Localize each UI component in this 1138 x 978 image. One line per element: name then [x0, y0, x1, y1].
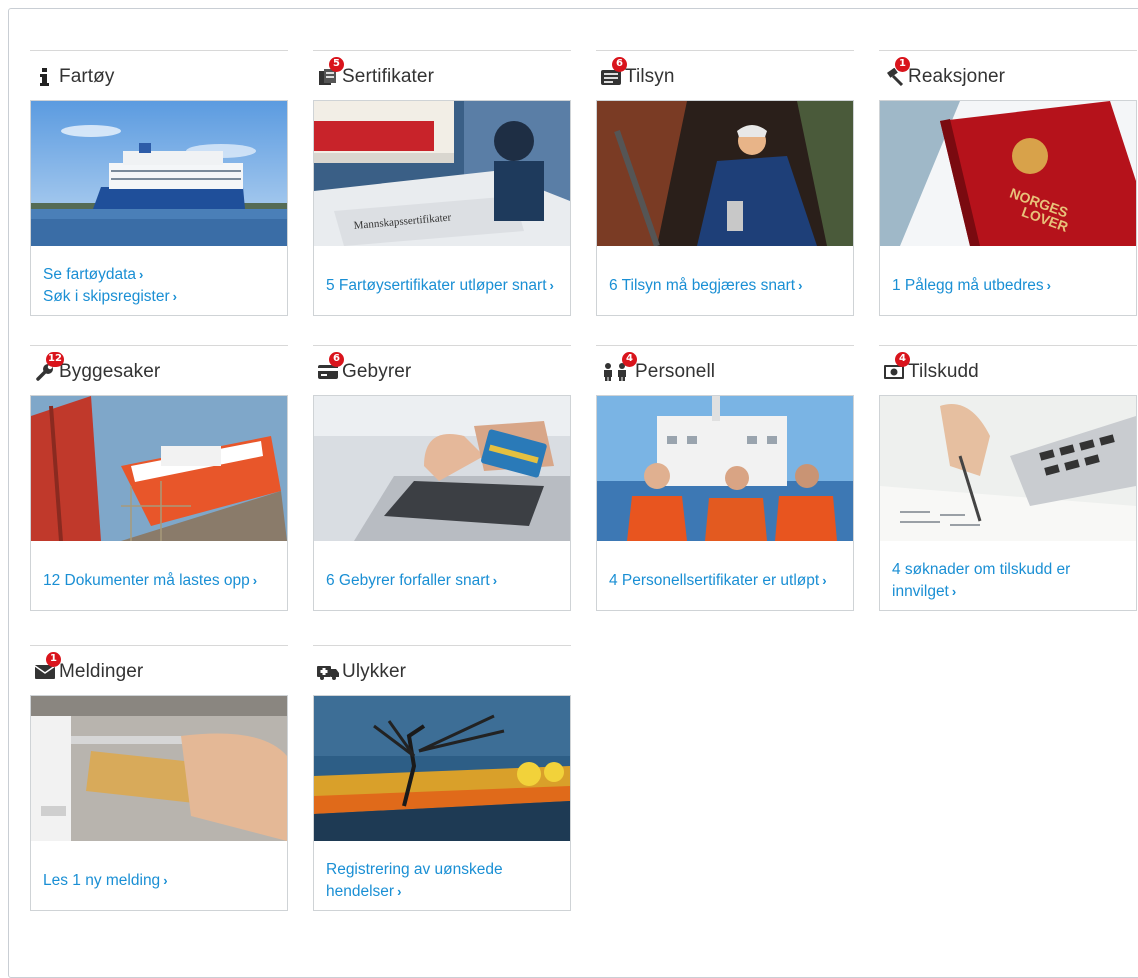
inspections-request-link[interactable]: 6 Tilsyn må begjæres snart › — [609, 275, 841, 297]
tile-tilsyn: 6 Tilsyn 6 Tilsyn må begjæres snart › — [596, 50, 854, 316]
people-icon: 4 — [600, 351, 637, 383]
card-links: 12 Dokumenter må lastes opp › — [31, 541, 287, 610]
tile-card: Se fartøydata › Søk i skipsregister › — [30, 100, 288, 316]
tile-meldinger: 1 Meldinger Les 1 ny melding › — [30, 645, 288, 911]
card-links: 4 søknader om tilskudd er innvilget › — [880, 541, 1136, 610]
info-icon — [34, 66, 56, 88]
card-links: 6 Gebyrer forfaller snart › — [314, 541, 570, 610]
tile-header: 5 Sertifikater — [313, 50, 571, 100]
tile-header: 1 Reaksjoner — [879, 50, 1137, 100]
tile-title: Fartøy — [59, 65, 115, 87]
tile-title: Tilsyn — [625, 65, 675, 87]
tile-title: Personell — [635, 360, 716, 382]
gavel-icon: 1 — [883, 56, 910, 88]
card-links: 4 Personellsertifikater er utløpt › — [597, 541, 853, 610]
tile-card: 4 søknader om tilskudd er innvilget › — [879, 395, 1137, 611]
crew-photo[interactable] — [597, 396, 853, 541]
credit-card-icon: 6 — [317, 351, 344, 383]
tile-reaksjoner: 1 Reaksjoner NORGES LOVER 1 Pålegg må ut… — [879, 50, 1137, 316]
tile-header: 6 Tilsyn — [596, 50, 854, 100]
tile-header: Ulykker — [313, 645, 571, 695]
vessel-certificates-expiring-link[interactable]: 5 Fartøysertifikater utløper snart › — [326, 275, 558, 297]
certificate-icon: 5 — [317, 56, 344, 88]
notification-badge: 6 — [329, 351, 344, 367]
money-icon: 4 — [883, 351, 910, 383]
card-links: Les 1 ny melding › — [31, 841, 287, 910]
card-links: 1 Pålegg må utbedres › — [880, 246, 1136, 315]
orders-to-fix-link[interactable]: 1 Pålegg må utbedres › — [892, 275, 1124, 297]
tile-byggesaker: 12 Byggesaker 12 Dokumenter må lastes op… — [30, 345, 288, 611]
see-vessel-data-link[interactable]: Se fartøydata › — [43, 264, 275, 286]
personnel-certificates-expired-link[interactable]: 4 Personellsertifikater er utløpt › — [609, 570, 841, 592]
shipbuilding-photo[interactable] — [31, 396, 287, 541]
wrench-icon: 12 — [34, 351, 64, 383]
tile-card: 6 Tilsyn må begjæres snart › — [596, 100, 854, 316]
inspection-photo[interactable] — [597, 101, 853, 246]
tile-tilskudd: 4 Tilskudd 4 søknader om tilskudd er inn… — [879, 345, 1137, 611]
envelope-icon: 1 — [34, 651, 61, 683]
tile-card: 6 Gebyrer forfaller snart › — [313, 395, 571, 611]
inspection-icon: 6 — [600, 56, 627, 88]
notification-badge: 4 — [895, 351, 910, 367]
mail-slot-photo[interactable] — [31, 696, 287, 841]
read-new-message-link[interactable]: Les 1 ny melding › — [43, 870, 275, 892]
tile-gebyrer: 6 Gebyrer 6 Gebyrer forfaller snart › — [313, 345, 571, 611]
tile-header: 4 Tilskudd — [879, 345, 1137, 395]
law-book-photo[interactable]: NORGES LOVER — [880, 101, 1136, 246]
tile-header: Fartøy — [30, 50, 288, 100]
card-links: Se fartøydata › Søk i skipsregister › — [31, 246, 287, 315]
tile-header: 12 Byggesaker — [30, 345, 288, 395]
tile-card: Les 1 ny melding › — [30, 695, 288, 911]
search-ship-register-link[interactable]: Søk i skipsregister › — [43, 286, 275, 308]
grant-calculation-photo[interactable] — [880, 396, 1136, 541]
tile-fartoy: Fartøy Se fartøydata › Søk i skipsregiste… — [30, 50, 288, 316]
oil-spill-photo[interactable] — [314, 696, 570, 841]
ferry-photo[interactable] — [31, 101, 287, 246]
card-links: 6 Tilsyn må begjæres snart › — [597, 246, 853, 315]
certificates-photo[interactable]: Mannskapssertifikater — [314, 101, 570, 246]
card-links: Registrering av uønskede hendelser › — [314, 841, 570, 910]
notification-badge: 1 — [46, 651, 61, 667]
ambulance-icon — [317, 661, 339, 683]
fees-due-link[interactable]: 6 Gebyrer forfaller snart › — [326, 570, 558, 592]
register-unwanted-incidents-link[interactable]: Registrering av uønskede hendelser › — [326, 859, 558, 903]
tile-sertifikater: 5 Sertifikater Mannskapssertifikater 5 F… — [313, 50, 571, 316]
tile-title: Gebyrer — [342, 360, 412, 382]
grant-applications-approved-link[interactable]: 4 søknader om tilskudd er innvilget › — [892, 559, 1124, 603]
tile-card: Mannskapssertifikater 5 Fartøysertifikat… — [313, 100, 571, 316]
tile-header: 4 Personell — [596, 345, 854, 395]
tile-header: 6 Gebyrer — [313, 345, 571, 395]
tile-header: 1 Meldinger — [30, 645, 288, 695]
tile-card: 12 Dokumenter må lastes opp › — [30, 395, 288, 611]
payment-photo[interactable] — [314, 396, 570, 541]
tile-title: Ulykker — [342, 660, 407, 682]
notification-badge: 4 — [622, 351, 637, 367]
card-links: 5 Fartøysertifikater utløper snart › — [314, 246, 570, 315]
tile-title: Byggesaker — [59, 360, 161, 382]
notification-badge: 12 — [46, 351, 64, 367]
tile-card: NORGES LOVER 1 Pålegg må utbedres › — [879, 100, 1137, 316]
notification-badge: 5 — [329, 56, 344, 72]
notification-badge: 6 — [612, 56, 627, 72]
tile-card: 4 Personellsertifikater er utløpt › — [596, 395, 854, 611]
tile-title: Reaksjoner — [908, 65, 1006, 87]
notification-badge: 1 — [895, 56, 910, 72]
tile-title: Sertifikater — [342, 65, 435, 87]
tile-card: Registrering av uønskede hendelser › — [313, 695, 571, 911]
documents-upload-link[interactable]: 12 Dokumenter må lastes opp › — [43, 570, 275, 592]
tile-personell: 4 Personell 4 Personellsertifikater er u… — [596, 345, 854, 611]
tile-title: Meldinger — [59, 660, 144, 682]
tile-ulykker: Ulykker Registrering av uønskede hendels… — [313, 645, 571, 911]
tile-title: Tilskudd — [908, 360, 979, 382]
